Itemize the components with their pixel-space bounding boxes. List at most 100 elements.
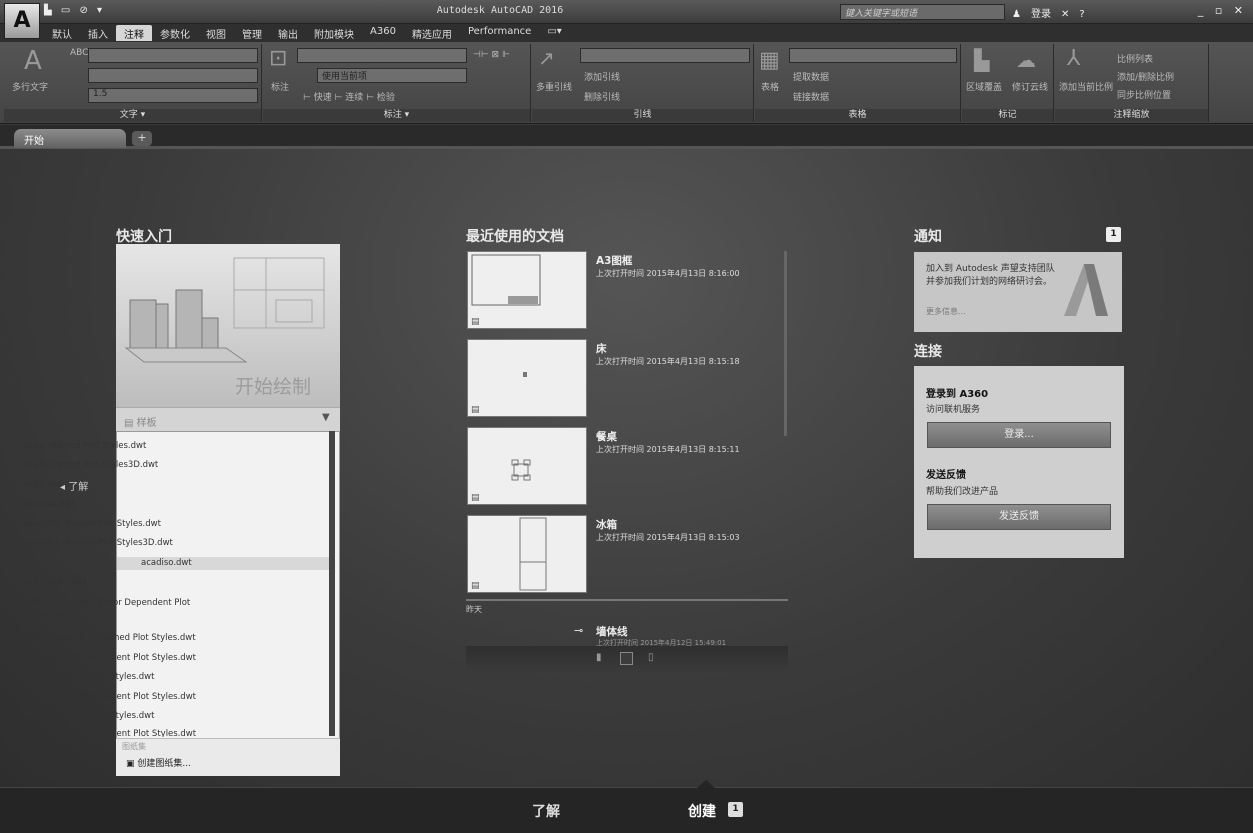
signin-button[interactable]: 登录 — [1031, 9, 1051, 20]
recent-doc-thumbnail[interactable]: ▤ — [467, 339, 587, 417]
tab-performance[interactable]: Performance — [460, 25, 539, 41]
learn-page-link[interactable]: ◂ 了解 — [60, 478, 88, 493]
pinned-doc-title[interactable]: 墙体线 — [596, 624, 628, 639]
fridge-preview: ▤ — [471, 517, 547, 591]
recent-doc-title[interactable]: 冰箱 — [596, 517, 617, 532]
user-icon[interactable]: ♟ — [1012, 9, 1021, 20]
template-item[interactable]: ANSI A -Color Dependent Plot Styles.dwt — [24, 652, 209, 665]
markup-panel: ▙ ☁ 区域覆盖 修订云线 标记 — [962, 44, 1054, 122]
start-drawing-label[interactable]: 开始绘制 — [235, 372, 311, 399]
template-item[interactable]: ANSI B -Color Dependent Plot Styles.dwt — [24, 691, 209, 704]
revision-cloud-icon[interactable]: ☁ — [1016, 48, 1036, 72]
sync-scale-button[interactable]: 同步比例位置 — [1117, 88, 1171, 101]
tab-default[interactable]: 默认 — [44, 25, 80, 41]
template-item[interactable]: ANSI C -Color Dependent Plot Styles.dwt — [24, 728, 209, 737]
recent-doc-thumbnail[interactable]: ▤ — [467, 427, 587, 505]
scaling-panel-label[interactable]: 注释缩放 — [1055, 109, 1208, 122]
app-menu-button[interactable]: A — [4, 3, 40, 39]
text-panel-label[interactable]: 文字 ▾ — [4, 109, 261, 122]
find-text-field[interactable] — [88, 68, 258, 83]
leader-panel-label[interactable]: 引线 — [532, 109, 753, 122]
help-icon[interactable]: ? — [1079, 9, 1084, 20]
tab-start[interactable]: 开始 — [14, 129, 126, 148]
login-button[interactable]: 登录... — [927, 422, 1111, 448]
table-style-dropdown[interactable] — [789, 48, 957, 63]
small-images-view-icon[interactable] — [620, 652, 633, 665]
table-icon[interactable]: ▦ — [759, 48, 780, 73]
bed-preview: ▤ — [471, 372, 527, 415]
text-panel: A 多行文字 ABC 1.5 文字 ▾ — [4, 44, 262, 122]
dwg-file-icon: ▤ — [471, 581, 480, 591]
tab-manage[interactable]: 管理 — [234, 25, 270, 41]
text-height-dropdown[interactable]: 1.5 — [88, 88, 258, 103]
markup-panel-label[interactable]: 标记 — [962, 109, 1053, 122]
add-leader-button[interactable]: 添加引线 — [584, 70, 620, 83]
quick-access-toolbar[interactable]: ▙ ▭ ⊘ ▾ — [44, 5, 105, 16]
a360-subtitle: 访问联机服务 — [926, 405, 981, 415]
dimension-panel-label[interactable]: 标注 ▾ — [263, 109, 530, 122]
learn-tab[interactable]: 了解 — [532, 801, 560, 821]
multileader-icon[interactable]: ↗ — [538, 46, 555, 70]
template-item[interactable]: ANSI B -Named Plot Styles.dwt — [24, 710, 209, 723]
template-item[interactable]: ANSI A (portrait) -Named Plot Styles.dwt — [24, 632, 209, 645]
tab-insert[interactable]: 插入 — [80, 25, 116, 41]
template-item[interactable]: acad.dwt — [24, 479, 209, 492]
more-info-link[interactable]: 更多信息... — [926, 306, 966, 317]
add-scale-icon[interactable]: ⅄ — [1067, 46, 1080, 71]
table-panel-label[interactable]: 表格 — [755, 109, 960, 122]
template-item[interactable]: acadISO -Named Plot Styles.dwt — [24, 518, 209, 531]
pinned-doc-time: 上次打开时间 2015年4月12日 15:49:01 — [596, 639, 727, 646]
create-sheet-set-link[interactable]: ▣ 创建图纸集... — [126, 756, 191, 769]
multiline-text-icon[interactable]: A — [24, 46, 42, 76]
scale-list-button[interactable]: 比例列表 — [1117, 52, 1153, 65]
tab-featured-apps[interactable]: 精选应用 — [404, 25, 460, 41]
new-tab-button[interactable]: + — [132, 131, 152, 146]
send-feedback-button[interactable]: 发送反馈 — [927, 504, 1111, 530]
recent-doc-thumbnail[interactable]: ▤ — [467, 515, 587, 593]
dim-layer-dropdown[interactable]: 使用当前项 — [317, 68, 467, 83]
link-data-button[interactable]: 链接数据 — [793, 90, 829, 103]
chevron-down-icon[interactable]: ▼ — [322, 412, 330, 423]
template-item[interactable]: ANSI A (portrait) -Color Dependent Plot … — [24, 597, 209, 623]
list-view-icon[interactable]: ▯ — [648, 652, 661, 665]
exchange-icon[interactable]: ✕ — [1061, 9, 1069, 20]
tab-output[interactable]: 输出 — [270, 25, 306, 41]
add-delete-scale-button[interactable]: 添加/删除比例 — [1117, 70, 1174, 83]
recent-doc-title[interactable]: 餐桌 — [596, 429, 617, 444]
dim-tools-icons[interactable]: ⊣⊢ ⊠ ⊩ — [473, 50, 510, 60]
window-controls[interactable]: _ ▫ ✕ — [1198, 4, 1247, 17]
template-item[interactable]: ANSI A -Named Plot Styles.dwt — [24, 671, 209, 684]
search-input[interactable]: 键入关键字或短语 — [840, 4, 1005, 20]
create-tab[interactable]: 创建 — [688, 801, 716, 821]
recent-doc-title[interactable]: 床 — [596, 341, 607, 356]
template-item[interactable]: acadiso3D.dwt — [24, 576, 209, 589]
leader-style-dropdown[interactable] — [580, 48, 750, 63]
dim-style-dropdown[interactable] — [297, 48, 467, 63]
tab-annotate[interactable]: 注释 — [116, 25, 152, 41]
tab-view[interactable]: 视图 — [198, 25, 234, 41]
templates-dropdown[interactable]: ▤ 样板 — [116, 407, 340, 431]
pin-icon[interactable]: ⊸ — [574, 624, 583, 637]
tab-extra[interactable]: ▭▾ — [539, 25, 569, 41]
multiline-text-label: 多行文字 — [12, 83, 49, 93]
tab-parametric[interactable]: 参数化 — [152, 25, 198, 41]
dim-tools-row[interactable]: ⊢ 快速 ⊢ 连续 ⊢ 检验 — [303, 90, 395, 103]
recent-docs-scrollbar[interactable] — [784, 251, 787, 436]
template-list-scrollbar[interactable] — [329, 431, 335, 736]
template-item[interactable]: acad3D.dwt — [24, 498, 209, 511]
template-item[interactable]: acadISO -Named Plot Styles3D.dwt — [24, 537, 209, 550]
recent-doc-title[interactable]: A3图框 — [596, 253, 632, 268]
extract-data-button[interactable]: 提取数据 — [793, 70, 829, 83]
wipeout-icon[interactable]: ▙ — [974, 48, 989, 72]
remove-leader-button[interactable]: 删除引线 — [584, 90, 620, 103]
tab-addins[interactable]: 附加模块 — [306, 25, 362, 41]
text-style-dropdown[interactable] — [88, 48, 258, 63]
recent-doc-thumbnail[interactable]: ▤ — [467, 251, 587, 329]
tab-a360[interactable]: A360 — [362, 25, 404, 41]
dimension-icon[interactable]: ⊡ — [269, 46, 287, 71]
template-item[interactable]: acad -Named Plot Styles.dwt — [24, 440, 209, 453]
window-title: Autodesk AutoCAD 2016 — [436, 5, 564, 16]
template-item[interactable]: acad -Named Plot Styles3D.dwt — [24, 459, 209, 472]
template-item-selected[interactable]: acadiso.dwt — [117, 557, 329, 570]
large-images-view-icon[interactable]: ▮ — [596, 652, 609, 665]
